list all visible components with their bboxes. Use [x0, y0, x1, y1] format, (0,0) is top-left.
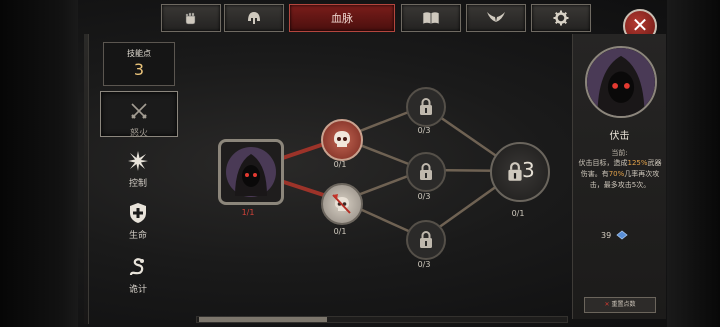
- desc-highlight: 70%: [608, 170, 625, 178]
- right-edge: [667, 0, 720, 327]
- skill-cost-value: 39: [601, 230, 612, 240]
- category-trickery[interactable]: 诡计: [100, 254, 176, 295]
- lock-icon: [420, 231, 432, 248]
- skull-axe-icon: [332, 194, 351, 214]
- lock-icon: [420, 163, 432, 180]
- blue-gem-icon: [616, 230, 628, 240]
- hooded-figure-icon: [587, 48, 655, 116]
- skill-node-lock-3-count: 0/3: [417, 260, 431, 269]
- book-icon: [422, 11, 440, 25]
- tab-settings[interactable]: [531, 4, 591, 32]
- desc-highlight: 125%: [627, 159, 648, 167]
- tab-wings[interactable]: [466, 4, 526, 32]
- wings-icon: [487, 12, 505, 22]
- shield-cross-icon: [130, 203, 146, 223]
- skill-node-root-count: 1/1: [241, 208, 255, 217]
- category-rage-label: 怒火: [129, 129, 148, 139]
- skill-cost: 39: [601, 230, 628, 240]
- left-edge: [0, 0, 78, 327]
- reset-points-label: 重置点数: [611, 301, 636, 308]
- skill-node-lock-2[interactable]: [406, 152, 446, 192]
- skill-node-ultimate[interactable]: 3: [490, 142, 550, 202]
- helmet-icon: [248, 12, 260, 24]
- skill-points-box: 技能点 3: [103, 42, 175, 86]
- tab-book[interactable]: [401, 4, 461, 32]
- skill-node-ultimate-count: 0/1: [511, 209, 525, 218]
- skill-detail-panel: 伏击 当前: 伏击目标，造成125%武器伤害。有70%几率再次攻击，最多攻击5次…: [572, 34, 666, 319]
- gear-icon: [553, 10, 569, 26]
- skill-node-skull-count: 0/1: [333, 160, 347, 169]
- category-rage[interactable]: 怒火: [100, 91, 178, 139]
- skill-description: 伏击目标，造成125%武器伤害。有70%几率再次攻击，最多攻击5次。: [577, 158, 663, 191]
- skill-node-lock-1-count: 0/3: [417, 126, 431, 135]
- tree-connectors: [249, 104, 519, 240]
- skill-current-label: 当前:: [611, 149, 628, 157]
- fist-icon: [185, 12, 196, 25]
- skill-node-skull-axe[interactable]: [321, 183, 363, 225]
- horizontal-scrollbar[interactable]: [196, 316, 568, 323]
- tab-bloodline[interactable]: 血脉: [289, 4, 395, 32]
- category-control[interactable]: 控制: [100, 148, 176, 189]
- skull-icon: [334, 131, 350, 147]
- skill-points-value: 3: [133, 60, 145, 79]
- tab-fist[interactable]: [161, 4, 221, 32]
- category-life-label: 生命: [128, 231, 147, 241]
- left-panel-border: [84, 34, 89, 324]
- desc-part: 伏击目标，造成: [578, 159, 628, 167]
- skill-node-skull-axe-count: 0/1: [333, 227, 347, 236]
- reset-icon: ✕: [604, 301, 610, 308]
- scrollbar-thumb[interactable]: [199, 317, 327, 322]
- skill-node-root[interactable]: [218, 139, 284, 205]
- category-trickery-label: 诡计: [128, 285, 147, 295]
- crossed-swords-icon: [131, 103, 147, 119]
- starburst-icon: [128, 151, 148, 171]
- skill-node-lock-2-count: 0/3: [417, 192, 431, 201]
- tab-bloodline-label: 血脉: [331, 12, 353, 25]
- skill-node-lock-3[interactable]: [406, 220, 446, 260]
- skill-title: 伏击: [609, 131, 630, 142]
- skill-node-lock-1[interactable]: [406, 87, 446, 127]
- ultimate-requirement-badge: 3: [522, 158, 535, 182]
- skill-node-skull[interactable]: [321, 119, 363, 161]
- category-life[interactable]: 生命: [100, 200, 176, 241]
- tab-helmet[interactable]: [224, 4, 284, 32]
- lock-icon: [420, 98, 432, 115]
- skill-points-label: 技能点: [127, 49, 151, 58]
- serpent-icon: [129, 258, 144, 276]
- hooded-figure-icon: [226, 147, 276, 197]
- reset-points-button[interactable]: ✕ 重置点数: [584, 297, 656, 313]
- category-control-label: 控制: [128, 179, 147, 189]
- skill-portrait: [585, 46, 657, 118]
